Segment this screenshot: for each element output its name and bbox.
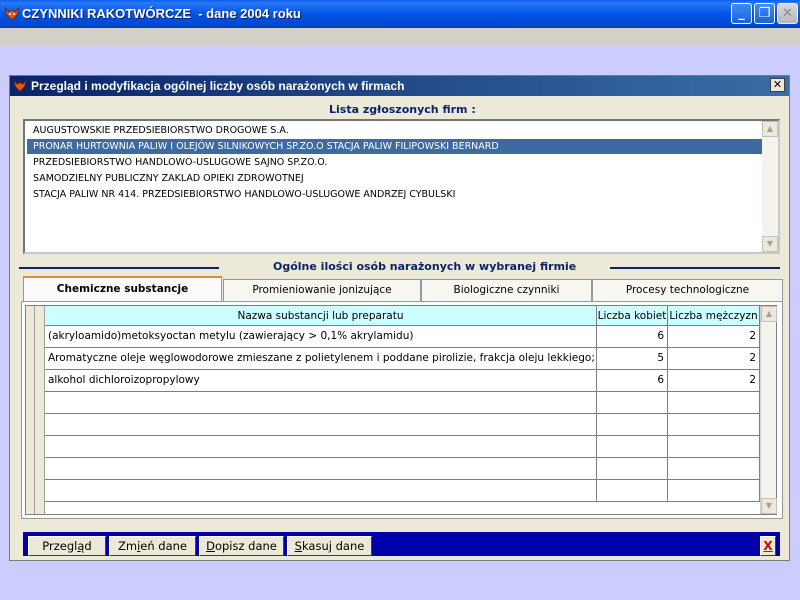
cell-women-count[interactable] bbox=[597, 392, 668, 414]
cell-women-count[interactable] bbox=[597, 458, 668, 480]
arrow-up-icon[interactable]: ▲ bbox=[761, 306, 777, 322]
action-toolbar: Przegląd Zmień dane Dopisz dane Skasuj d… bbox=[23, 532, 780, 556]
cell-women-count[interactable]: 6 bbox=[597, 326, 668, 348]
edit-button[interactable]: Zmień dane bbox=[109, 536, 196, 556]
add-button[interactable]: Dopisz dane bbox=[199, 536, 284, 556]
preview-button[interactable]: Przegląd bbox=[28, 536, 106, 556]
app-title: CZYNNIKI RAKOTWÓRCZE - dane 2004 roku bbox=[22, 6, 301, 21]
cell-substance-name[interactable] bbox=[45, 458, 597, 480]
cell-women-count[interactable] bbox=[597, 480, 668, 502]
firm-exposure-dialog: Przegląd i modyfikacja ogólnej liczby os… bbox=[9, 75, 790, 561]
cell-substance-name[interactable]: Aromatyczne oleje węglowodorowe zmieszan… bbox=[45, 348, 597, 370]
tab-promieniowanie-jonizujace[interactable]: Promieniowanie jonizujące bbox=[223, 279, 421, 301]
column-header-women[interactable]: Liczba kobiet bbox=[597, 306, 668, 326]
cell-women-count[interactable]: 5 bbox=[597, 348, 668, 370]
column-header-substance[interactable]: Nazwa substancji lub preparatu bbox=[45, 306, 597, 326]
column-header-men[interactable]: Liczba mężczyzn bbox=[668, 306, 760, 326]
exit-button[interactable]: X bbox=[760, 536, 776, 556]
cell-men-count[interactable] bbox=[668, 436, 760, 458]
summary-heading: Ogólne ilości osób narażonych w wybranej… bbox=[273, 260, 577, 273]
cell-men-count[interactable] bbox=[668, 458, 760, 480]
close-button[interactable]: ✕ bbox=[777, 3, 798, 24]
cell-substance-name[interactable] bbox=[45, 392, 597, 414]
minimize-button[interactable]: _ bbox=[731, 3, 752, 24]
tab-chemiczne-substancje[interactable]: Chemiczne substancje bbox=[23, 276, 222, 302]
cell-women-count[interactable] bbox=[597, 436, 668, 458]
arrow-down-icon[interactable]: ▼ bbox=[762, 236, 778, 252]
firms-list[interactable]: AUGUSTOWSKIE PRZEDSIEBIORSTWO DROGOWE S.… bbox=[23, 119, 780, 254]
cell-women-count[interactable] bbox=[597, 414, 668, 436]
fox-icon bbox=[13, 79, 27, 92]
cell-men-count[interactable] bbox=[668, 414, 760, 436]
app-titlebar[interactable]: CZYNNIKI RAKOTWÓRCZE - dane 2004 roku _ … bbox=[0, 0, 800, 28]
maximize-button[interactable]: ❐ bbox=[754, 3, 775, 24]
firm-list-item-selected[interactable]: PRONAR HURTOWNIA PALIW I OLEJÓW SILNIKOW… bbox=[27, 139, 763, 154]
firm-list-item[interactable]: PRZEDSIEBIORSTWO HANDLOWO-USLUGOWE SAJNO… bbox=[27, 155, 763, 170]
substances-grid[interactable]: Nazwa substancji lub preparatu Liczba ko… bbox=[25, 305, 777, 515]
dialog-title: Przegląd i modyfikacja ogólnej liczby os… bbox=[31, 79, 405, 93]
cell-substance-name[interactable] bbox=[45, 436, 597, 458]
section-divider-right bbox=[610, 267, 780, 269]
firms-heading: Lista zgłoszonych firm : bbox=[329, 103, 476, 116]
tab-biologiczne-czynniki[interactable]: Biologiczne czynniki bbox=[421, 279, 592, 301]
dialog-titlebar[interactable]: Przegląd i modyfikacja ogólnej liczby os… bbox=[10, 76, 789, 96]
cell-substance-name[interactable] bbox=[45, 414, 597, 436]
section-divider-left bbox=[19, 267, 219, 269]
row-selector-column[interactable] bbox=[26, 306, 35, 514]
cell-women-count[interactable]: 6 bbox=[597, 370, 668, 392]
cell-men-count[interactable] bbox=[668, 480, 760, 502]
arrow-down-icon[interactable]: ▼ bbox=[761, 498, 777, 514]
delete-button[interactable]: Skasuj dane bbox=[287, 536, 372, 556]
cell-substance-name[interactable]: alkohol dichloroizopropylowy bbox=[45, 370, 597, 392]
firms-scrollbar[interactable]: ▲ ▼ bbox=[762, 121, 778, 252]
cell-men-count[interactable]: 2 bbox=[668, 370, 760, 392]
dialog-close-button[interactable]: ✕ bbox=[770, 78, 785, 92]
cell-men-count[interactable] bbox=[668, 392, 760, 414]
fox-icon bbox=[4, 6, 20, 21]
menu-band bbox=[0, 28, 800, 45]
firm-list-item[interactable]: STACJA PALIW NR 414. PRZEDSIEBIORSTWO HA… bbox=[27, 187, 763, 202]
grid-scrollbar[interactable]: ▲ ▼ bbox=[760, 306, 777, 514]
row-indicator-column bbox=[35, 306, 45, 514]
cell-men-count[interactable]: 2 bbox=[668, 348, 760, 370]
cell-substance-name[interactable] bbox=[45, 480, 597, 502]
firm-list-item[interactable]: AUGUSTOWSKIE PRZEDSIEBIORSTWO DROGOWE S.… bbox=[27, 123, 763, 138]
arrow-up-icon[interactable]: ▲ bbox=[762, 121, 778, 137]
cell-substance-name[interactable]: (akryloamido)metoksyoctan metylu (zawier… bbox=[45, 326, 597, 348]
firm-list-item[interactable]: SAMODZIELNY PUBLICZNY ZAKLAD OPIEKI ZDRO… bbox=[27, 171, 763, 186]
cell-men-count[interactable]: 2 bbox=[668, 326, 760, 348]
tab-procesy-technologiczne[interactable]: Procesy technologiczne bbox=[592, 279, 783, 301]
